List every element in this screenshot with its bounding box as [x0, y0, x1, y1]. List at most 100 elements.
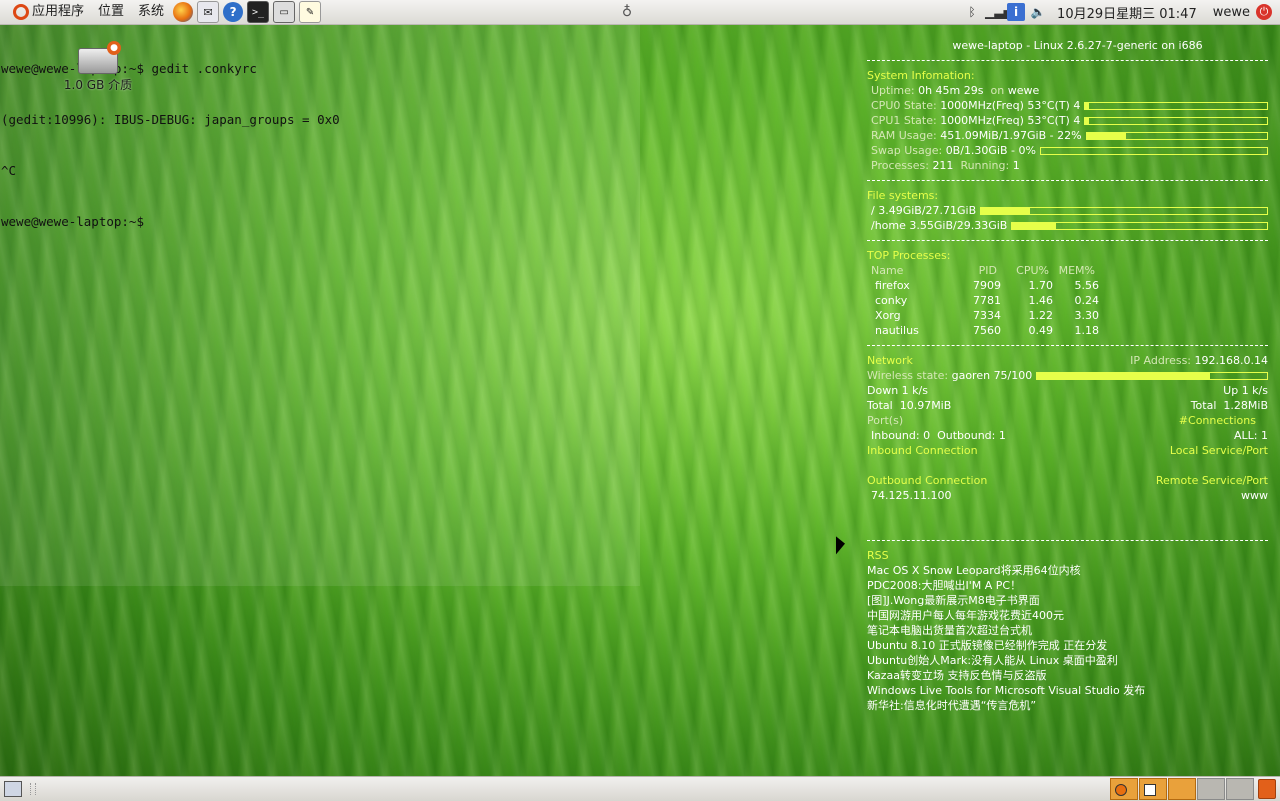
divider	[867, 240, 1268, 241]
down-value: 1 k/s	[901, 384, 928, 397]
inbound-value: 0	[923, 429, 931, 442]
home-fs-label: /home	[871, 219, 906, 232]
total-down-value: 10.97MiB	[899, 399, 952, 412]
rss-item: Mac OS X Snow Leopard将采用64位内核	[867, 564, 1081, 577]
removable-drive-desktop-icon[interactable]: ● 1.0 GB 介质	[58, 41, 138, 93]
bottom-panel	[0, 776, 1280, 801]
workspace-3[interactable]	[1168, 778, 1196, 800]
home-fs-value: 3.55GiB/29.33GiB	[909, 219, 1008, 232]
workspace-4[interactable]	[1197, 778, 1225, 800]
conky-monitor: wewe-laptop - Linux 2.6.27-7-generic on …	[867, 38, 1268, 713]
network-signal-icon[interactable]: ▁▃▅	[985, 3, 1013, 21]
remote-service: www	[1241, 489, 1268, 502]
rss-item: 新华社:信息化时代遭遇“传言危机”	[867, 699, 1037, 712]
wireless-bar-fill	[1037, 372, 1210, 379]
process-cpu: 1.22	[1028, 309, 1054, 322]
process-mem: 1.18	[1074, 324, 1100, 337]
ram-row: RAM Usage: 451.09MiB/1.97GiB - 22%	[867, 128, 1268, 143]
process-name: conky	[875, 294, 908, 307]
workspace-2[interactable]	[1139, 778, 1167, 800]
user-switcher[interactable]: wewe	[1205, 5, 1256, 20]
text-editor-icon[interactable]: ✎	[299, 1, 322, 23]
ram-label: RAM Usage:	[871, 129, 937, 142]
volume-icon[interactable]: 🔈	[1029, 3, 1047, 21]
swap-bar	[1039, 146, 1268, 155]
process-pid: 7781	[973, 294, 1001, 307]
processes-row: Processes: 211 Running: 1	[867, 158, 1268, 173]
ip-value: 192.168.0.14	[1194, 354, 1268, 367]
col-name: Name	[871, 264, 904, 277]
mouse-cursor-icon	[836, 536, 845, 558]
rss-heading: RSS	[867, 549, 889, 562]
terminal-window[interactable]: wewe@wewe-laptop:~$ gedit .conkyrc (gedi…	[0, 24, 640, 586]
panel-grip-handle[interactable]	[30, 783, 36, 795]
help-icon[interactable]: ?	[223, 2, 244, 22]
total-up-label: Total	[1190, 399, 1217, 412]
bluetooth-icon[interactable]: ᛒ	[963, 3, 981, 21]
home-fs-bar-fill	[1012, 222, 1056, 229]
cpu1-value: 1000MHz(Freq) 53°C(T) 4	[940, 114, 1081, 127]
root-fs-row: / 3.49GiB/27.71GiB	[867, 203, 1268, 218]
col-cpu: CPU%	[1016, 264, 1049, 277]
rss-item: 笔记本电脑出货量首次超过台式机	[867, 624, 1032, 637]
rss-item: [图]J.Wong最新展示M8电子书界面	[867, 594, 1040, 607]
wireless-bar	[1036, 371, 1268, 380]
process-name: Xorg	[875, 309, 901, 322]
ports-label: Port(s)	[867, 414, 904, 427]
top-panel: 应用程序 位置 系统 ✉ ? >_ ▭ ✎ ♁ ᛒ ▁▃▅ i 🔈 10月29日…	[0, 0, 1280, 25]
rss-item: Kazaa转变立场 支持反色情与反盗版	[867, 669, 1047, 682]
rss-item: Ubuntu创始人Mark:没有人能从 Linux 桌面中盈利	[867, 654, 1118, 667]
workspace-1[interactable]	[1110, 778, 1138, 800]
rss-item: PDC2008:大胆喊出I'M A PC！	[867, 579, 1022, 592]
places-menu[interactable]: 位置	[91, 0, 131, 24]
power-icon[interactable]: ⏻	[1256, 4, 1272, 20]
running-label: Running:	[960, 159, 1010, 172]
panel-clock[interactable]: 10月29日星期三 01:47	[1049, 3, 1205, 22]
firefox-icon[interactable]	[173, 2, 194, 22]
show-desktop-icon[interactable]	[4, 781, 22, 797]
system-menu[interactable]: 系统	[131, 0, 171, 24]
outbound-connection-row: Outbound Connection Remote Service/Port	[867, 473, 1268, 488]
remote-connection-row: 74.125.11.100 www	[867, 488, 1268, 503]
swap-row: Swap Usage: 0B/1.30GiB - 0%	[867, 143, 1268, 158]
mail-icon[interactable]: ✉	[197, 1, 220, 23]
cpu0-bar	[1084, 101, 1268, 110]
ram-bar	[1085, 131, 1268, 140]
cpu1-label: CPU1 State:	[871, 114, 937, 127]
process-row: nautilus 7560 0.49 1.18	[867, 323, 1268, 338]
workspace-5[interactable]	[1226, 778, 1254, 800]
divider	[867, 60, 1268, 61]
speed-row: Down 1 k/s Up 1 k/s	[867, 383, 1268, 398]
network-heading: Network	[867, 354, 913, 367]
top-processes-heading: TOP Processes:	[867, 249, 951, 262]
conky-title: wewe-laptop - Linux 2.6.27-7-generic on …	[952, 39, 1203, 52]
total-row: Total 10.97MiB Total 1.28MiB	[867, 398, 1268, 413]
info-icon[interactable]: i	[1007, 3, 1026, 21]
spacer-row	[867, 458, 1268, 473]
trash-icon[interactable]	[1258, 779, 1276, 799]
terminal-icon[interactable]: >_	[247, 1, 270, 23]
cpu0-label: CPU0 State:	[871, 99, 937, 112]
home-fs-row: /home 3.55GiB/29.33GiB	[867, 218, 1268, 233]
process-mem: 3.30	[1074, 309, 1100, 322]
top-processes-header: Name PID CPU% MEM%	[867, 263, 1268, 278]
all-label: ALL:	[1234, 429, 1258, 442]
applications-menu[interactable]: 应用程序	[0, 0, 91, 24]
uptime-label: Uptime:	[871, 84, 915, 97]
processes-label: Processes:	[871, 159, 929, 172]
terminal-prompt[interactable]: wewe@wewe-laptop:~$	[0, 213, 640, 230]
root-fs-bar-fill	[981, 207, 1030, 214]
total-up-value: 1.28MiB	[1223, 399, 1268, 412]
root-fs-bar	[980, 206, 1268, 215]
process-cpu: 1.70	[1028, 279, 1054, 292]
remote-service-label: Remote Service/Port	[1155, 474, 1268, 487]
root-fs-value: 3.49GiB/27.71GiB	[878, 204, 977, 217]
system-heading: System Infomation:	[867, 69, 975, 82]
outbound-value: 1	[998, 429, 1006, 442]
cpu1-bar-fill	[1085, 117, 1089, 124]
ip-label: IP Address:	[1130, 354, 1192, 367]
process-row: Xorg 7334 1.22 3.30	[867, 308, 1268, 323]
all-value: 1	[1261, 429, 1268, 442]
screenshot-icon[interactable]: ▭	[273, 1, 296, 23]
update-notifier-icon[interactable]: ♁	[617, 2, 637, 22]
